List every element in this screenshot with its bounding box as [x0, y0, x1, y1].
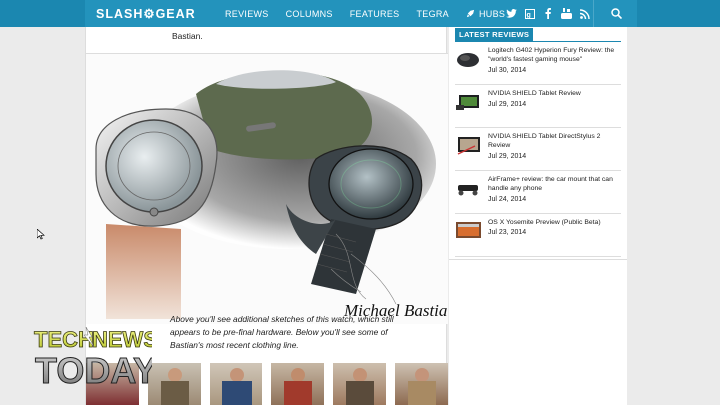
review-title: OS X Yosemite Preview (Public Beta) — [488, 219, 601, 226]
review-title: Logitech G402 Hyperion Fury Review: the … — [488, 47, 615, 63]
article-text-fragment: Bastian. — [172, 31, 203, 41]
svg-text:TECH: TECH — [34, 327, 94, 352]
review-title: AirFrame+ review: the car mount that can… — [488, 176, 613, 192]
review-thumbnail — [455, 220, 482, 242]
tech-news-today-logo: TECH NEWS TODAY — [34, 327, 152, 391]
article-caption: Above you'll see additional sketches of … — [170, 314, 394, 350]
review-date: Jul 29, 2014 — [488, 101, 527, 108]
watch-sketch-image: Michael Bastian — [86, 54, 448, 324]
review-item[interactable]: Logitech G402 Hyperion Fury Review: the … — [455, 42, 621, 85]
review-date: Jul 24, 2014 — [488, 196, 527, 203]
nav-tegra[interactable]: TEGRA — [416, 9, 449, 19]
rss-icon[interactable] — [579, 8, 591, 20]
review-item[interactable]: NVIDIA SHIELD Tablet DirectStylus 2 Revi… — [455, 128, 621, 171]
top-navbar: SLASH⚙GEAR REVIEWS COLUMNS FEATURES TEGR… — [0, 0, 720, 27]
facebook-icon[interactable] — [542, 8, 554, 20]
review-thumbnail — [455, 91, 482, 113]
svg-text:NEWS: NEWS — [92, 327, 152, 352]
review-date: Jul 23, 2014 — [488, 229, 527, 236]
rocket-icon — [466, 9, 475, 18]
review-title: NVIDIA SHIELD Tablet DirectStylus 2 Revi… — [488, 133, 601, 149]
nav-hubs-label: HUBS — [478, 8, 506, 19]
google-plus-icon[interactable]: g — [524, 8, 536, 20]
clothing-photo[interactable] — [209, 363, 263, 405]
navbar-inner: SLASH⚙GEAR REVIEWS COLUMNS FEATURES TEGR… — [85, 0, 637, 27]
review-thumbnail — [455, 177, 482, 199]
review-date: Jul 30, 2014 — [488, 67, 527, 74]
clothing-photo[interactable] — [147, 363, 201, 405]
sidebar: LATEST REVIEWS Logitech G402 Hyperion Fu… — [449, 27, 627, 405]
nav-features[interactable]: FEATURES — [350, 9, 400, 19]
svg-text:TODAY: TODAY — [35, 350, 152, 391]
youtube-icon[interactable] — [561, 8, 573, 20]
review-thumbnail — [455, 48, 482, 70]
review-title: NVIDIA SHIELD Tablet Review — [488, 90, 581, 97]
mouse-cursor-icon — [37, 229, 45, 240]
social-icons: g — [505, 0, 598, 27]
review-thumbnail — [455, 134, 482, 156]
clothing-photo[interactable] — [395, 363, 448, 405]
review-item[interactable]: NVIDIA SHIELD Tablet Review Jul 29, 2014 — [455, 85, 621, 128]
review-item[interactable]: AirFrame+ review: the car mount that can… — [455, 171, 621, 214]
nav-links: REVIEWS COLUMNS FEATURES TEGRA HUBS — [225, 0, 522, 27]
nav-hubs[interactable]: HUBS — [466, 9, 505, 19]
nav-columns[interactable]: COLUMNS — [286, 9, 333, 19]
svg-text:g: g — [526, 12, 530, 19]
twitter-icon[interactable] — [505, 8, 517, 20]
review-item[interactable]: OS X Yosemite Preview (Public Beta) Jul … — [455, 214, 621, 257]
search-button[interactable] — [593, 0, 638, 27]
nav-reviews[interactable]: REVIEWS — [225, 9, 269, 19]
search-icon — [610, 8, 622, 19]
divider — [449, 259, 627, 260]
site-logo[interactable]: SLASH⚙GEAR — [96, 6, 196, 21]
latest-reviews-header: LATEST REVIEWS — [455, 28, 534, 41]
clothing-photo[interactable] — [333, 363, 387, 405]
clothing-photo[interactable] — [271, 363, 325, 405]
review-date: Jul 29, 2014 — [488, 153, 527, 160]
